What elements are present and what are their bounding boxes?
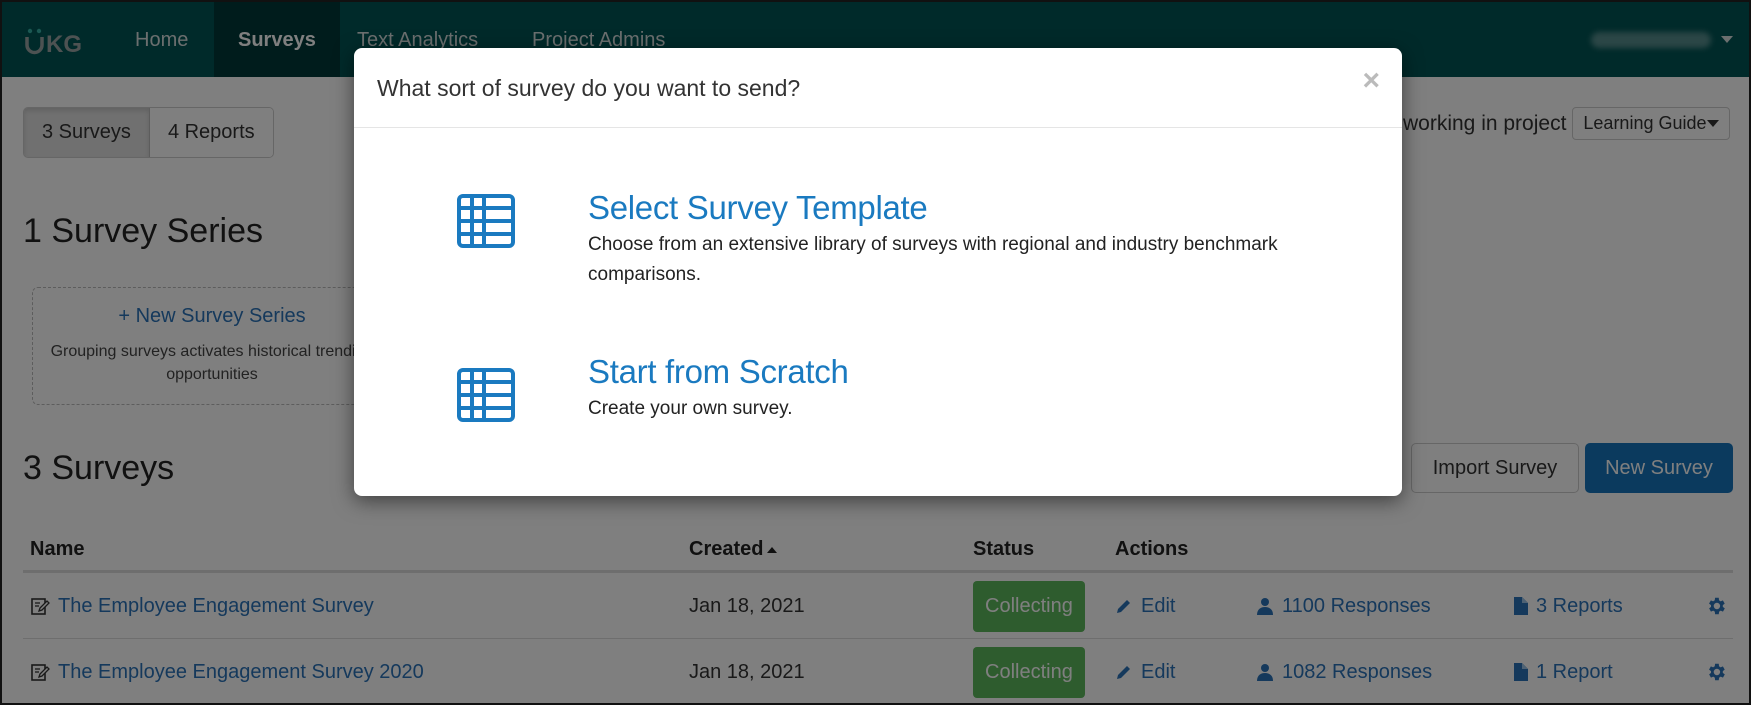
dialog-header: What sort of survey do you want to send?… xyxy=(354,48,1402,128)
option-title[interactable]: Select Survey Template xyxy=(588,188,1288,228)
dialog-title: What sort of survey do you want to send? xyxy=(377,75,801,101)
survey-type-dialog: What sort of survey do you want to send?… xyxy=(354,48,1402,496)
table-grid-icon xyxy=(457,368,515,422)
close-icon[interactable]: × xyxy=(1362,66,1380,96)
option-description: Choose from an extensive library of surv… xyxy=(588,234,1278,285)
option-description: Create your own survey. xyxy=(588,398,793,419)
option-title[interactable]: Start from Scratch xyxy=(588,352,1288,392)
table-grid-icon xyxy=(457,194,515,248)
